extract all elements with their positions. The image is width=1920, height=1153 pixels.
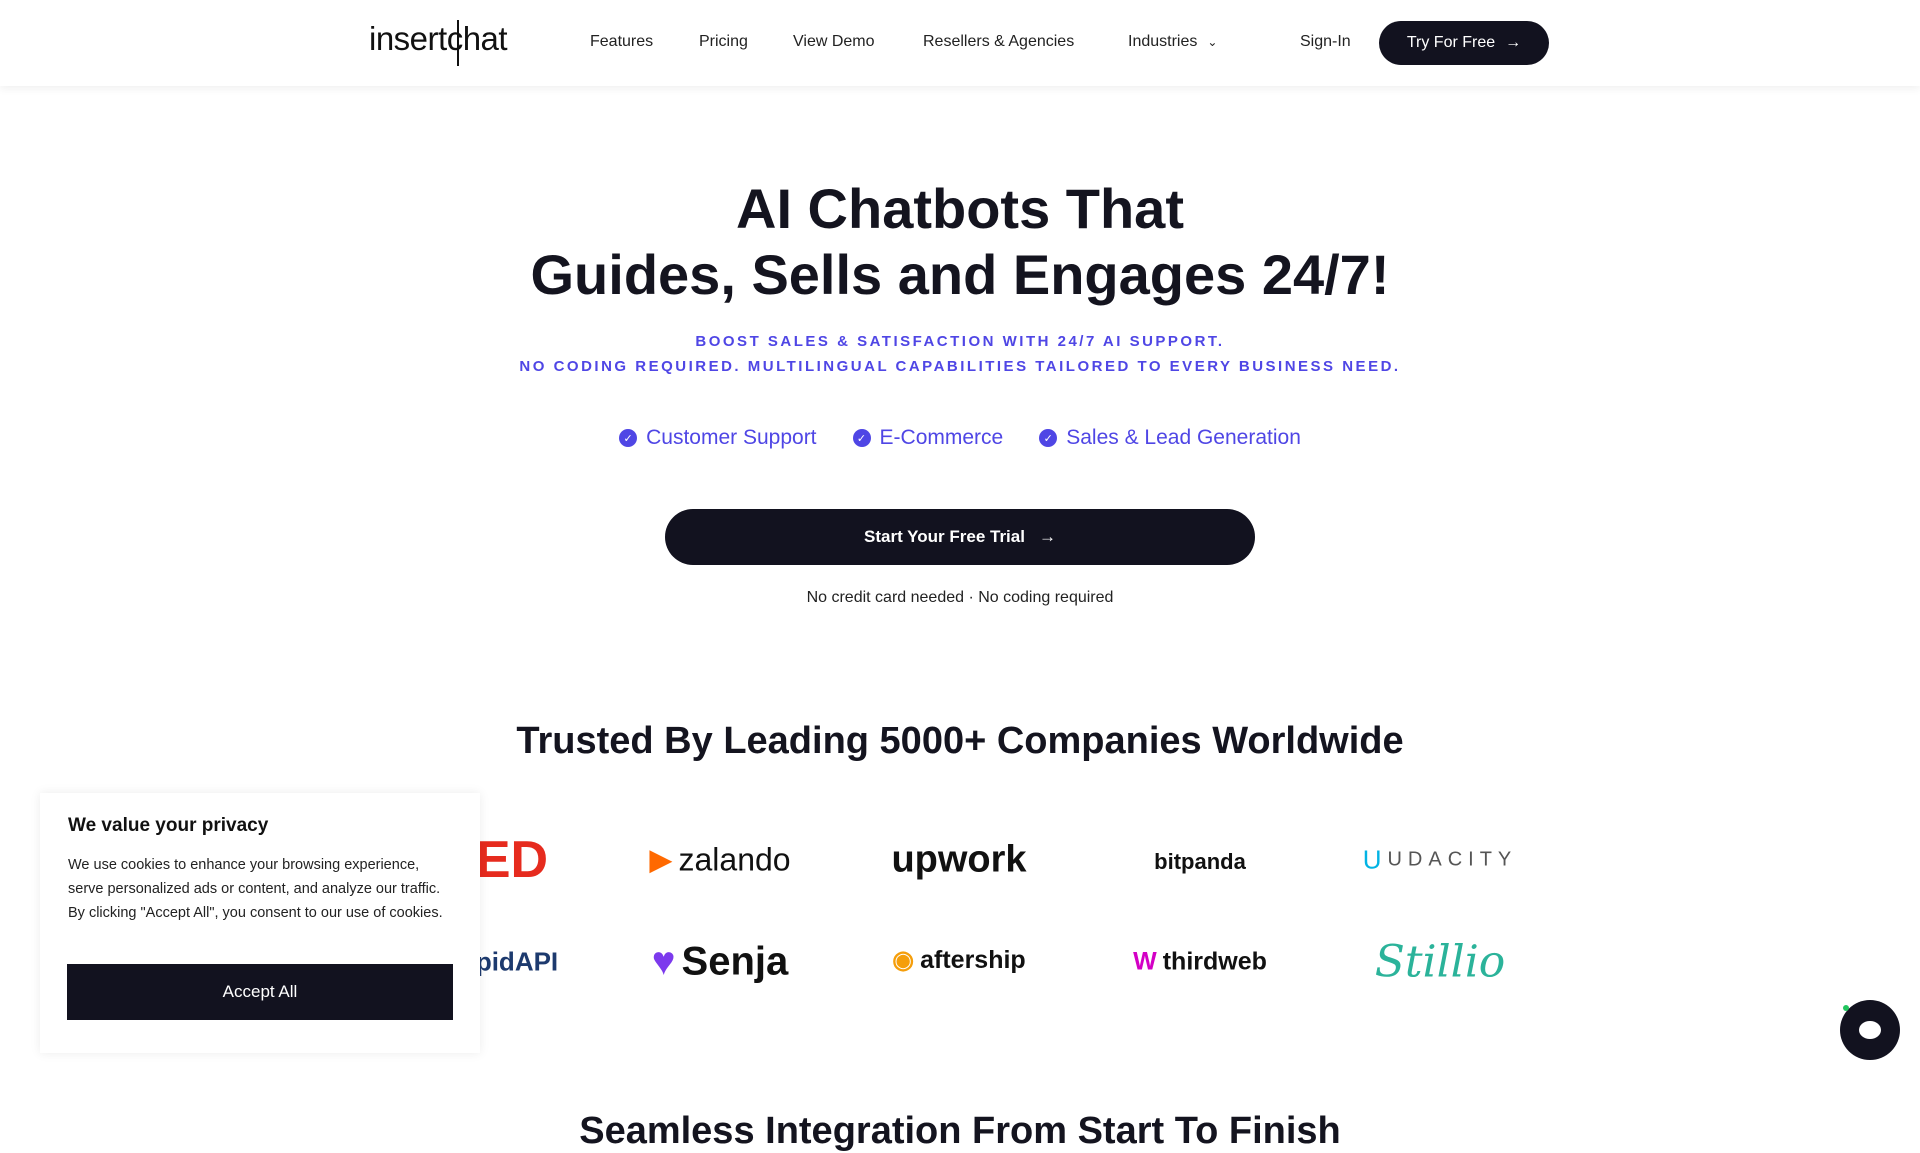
feature-item: ✓ Customer Support bbox=[619, 426, 817, 450]
nav-features[interactable]: Features bbox=[590, 33, 653, 51]
check-circle-icon: ✓ bbox=[1039, 429, 1058, 447]
chat-widget-button[interactable] bbox=[1840, 1000, 1900, 1060]
cta-note: No credit card needed · No coding requir… bbox=[806, 589, 1114, 606]
logo-aftership: ◉ aftership bbox=[892, 945, 1026, 975]
cookie-body: We use cookies to enhance your browsing … bbox=[68, 857, 443, 921]
nav-pricing[interactable]: Pricing bbox=[699, 33, 748, 51]
chat-bubble-icon bbox=[1859, 1021, 1881, 1039]
sign-in-link[interactable]: Sign-In bbox=[1300, 33, 1351, 51]
chevron-down-icon: ⌄ bbox=[1207, 35, 1218, 49]
nav-resellers[interactable]: Resellers & Agencies bbox=[923, 33, 1074, 51]
cookie-banner: We value your privacy We use cookies to … bbox=[40, 793, 480, 1053]
check-circle-icon: ✓ bbox=[852, 429, 871, 447]
logo-stillio: Stillio bbox=[1374, 936, 1506, 988]
nav-industries[interactable]: Industries ⌄ bbox=[1128, 33, 1217, 51]
logo-rapidapi: pidAPI bbox=[475, 946, 559, 977]
arrow-right-icon: → bbox=[1038, 527, 1056, 546]
hero-subtitle-line2: NO CODING REQUIRED. MULTILINGUAL CAPABIL… bbox=[519, 358, 1401, 375]
logo-senja: ♥ Senja bbox=[651, 939, 789, 984]
logo-ted: ED bbox=[475, 831, 549, 889]
feature-list: ✓ Customer Support ✓ E-Commerce ✓ Sales & L… bbox=[0, 426, 1920, 450]
logo-zalando: ▶ zalando bbox=[649, 841, 791, 878]
accept-all-button[interactable]: Accept All bbox=[67, 964, 453, 1020]
feature-item: ✓ Sales & Lead Generation bbox=[1039, 426, 1301, 450]
feature-item: ✓ E-Commerce bbox=[852, 426, 1003, 450]
online-indicator bbox=[1843, 1005, 1849, 1011]
nav-view-demo[interactable]: View Demo bbox=[793, 33, 875, 51]
trusted-title: Trusted By Leading 5000+ Companies World… bbox=[516, 720, 1404, 762]
logo-upwork: upwork bbox=[891, 838, 1027, 881]
integration-title: Seamless Integration From Start To Finis… bbox=[579, 1110, 1341, 1152]
start-free-trial-button[interactable]: Start Your Free Trial → bbox=[665, 509, 1255, 565]
logo-bitpanda: bitpanda bbox=[1154, 849, 1246, 874]
logo-udacity: U UDACITY bbox=[1362, 844, 1518, 875]
top-nav: insertchat Features Pricing View Demo Re… bbox=[0, 0, 1920, 86]
hero-subtitle-line1: BOOST SALES & SATISFACTION WITH 24/7 AI … bbox=[695, 333, 1225, 350]
logo-thirdweb: Wthirdweb bbox=[1133, 947, 1267, 976]
cookie-title: We value your privacy bbox=[68, 815, 269, 836]
check-circle-icon: ✓ bbox=[619, 429, 638, 447]
try-for-free-button[interactable]: Try For Free → bbox=[1379, 21, 1549, 65]
hero-title-line1: AI Chatbots That bbox=[736, 177, 1184, 240]
hero-title-line2: Guides, Sells and Engages 24/7! bbox=[530, 243, 1390, 306]
arrow-right-icon: → bbox=[1505, 34, 1522, 51]
logo[interactable]: insertchat bbox=[369, 20, 508, 66]
